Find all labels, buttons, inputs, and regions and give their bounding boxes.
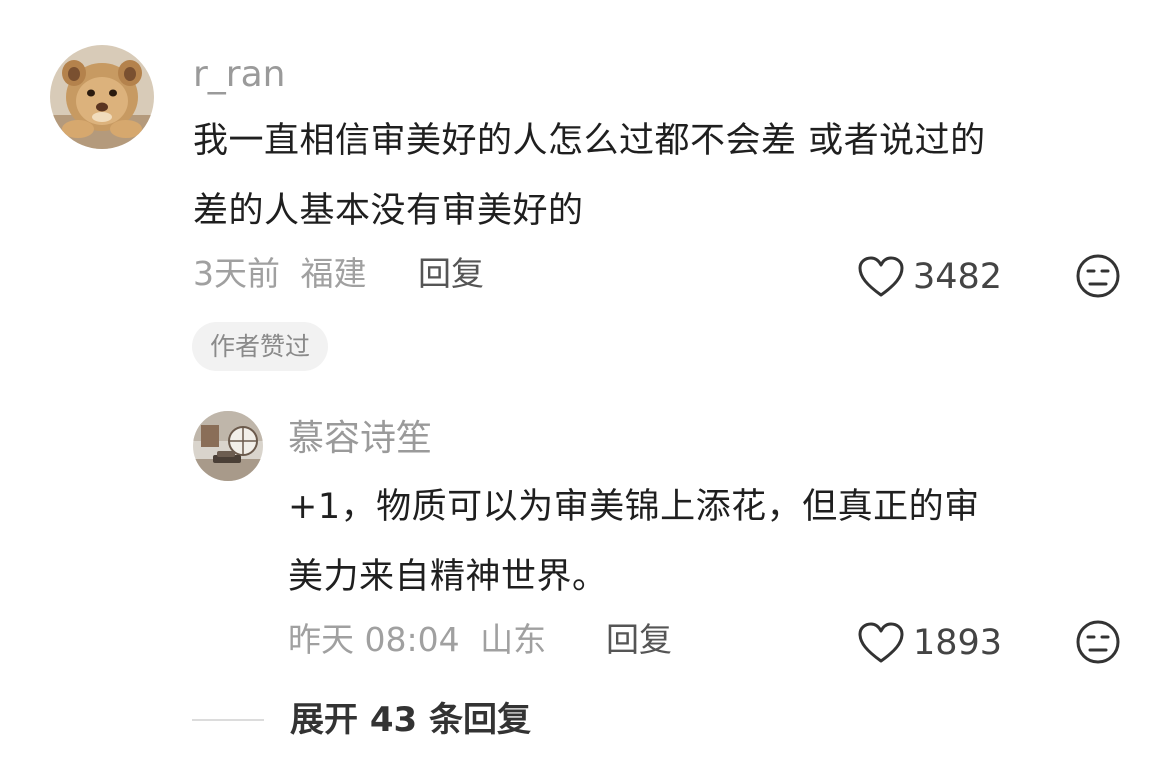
commenter-username[interactable]: r_ran [193, 57, 285, 93]
comment-text-line: 差的人基本没有审美好的 [193, 191, 584, 231]
comment-like-count: 3482 [913, 256, 1003, 297]
unamused-face-icon [1076, 254, 1120, 298]
reply-location: 山东 [480, 620, 547, 659]
author-liked-badge: 作者赞过 [192, 322, 329, 371]
replier-username[interactable]: 慕容诗笙 [288, 421, 432, 457]
replier-avatar[interactable] [193, 411, 263, 481]
reply-text-line: +1，物质可以为审美锦上添花，但真正的审 [288, 487, 980, 527]
reply-time: 昨天 08:04 [288, 620, 460, 659]
comment-body: 我一直相信审美好的人怎么过都不会差 或者说过的 差的人基本没有审美好的 [193, 106, 1153, 246]
comment-location: 福建 [300, 254, 367, 293]
reply-text-line: 美力来自精神世界。 [288, 557, 608, 597]
reply-dislike-button[interactable] [1075, 619, 1121, 669]
expand-replies-label: 展开 43 条回复 [290, 700, 531, 740]
comment-reply-button[interactable]: 回复 [418, 257, 484, 290]
comment-text-line: 我一直相信审美好的人怎么过都不会差 或者说过的 [193, 121, 986, 161]
living-room-avatar-icon [193, 411, 263, 481]
reply-reply-button[interactable]: 回复 [606, 623, 672, 656]
expand-replies-button[interactable]: 展开 43 条回复 [192, 703, 531, 737]
lion-cub-avatar-icon [50, 45, 154, 149]
expand-divider [192, 719, 264, 721]
reply-meta: 昨天 08:04 山东 [288, 623, 546, 656]
unamused-face-icon [1076, 620, 1120, 664]
reply-like-button[interactable]: 1893 [857, 621, 1002, 665]
comment-meta: 3天前 福建 [193, 257, 367, 290]
heart-outline-icon [858, 622, 904, 663]
reply-like-count: 1893 [913, 622, 1003, 663]
heart-outline-icon [858, 256, 904, 297]
comment-like-button[interactable]: 3482 [857, 255, 1002, 299]
comment-time: 3天前 [193, 254, 280, 293]
commenter-avatar[interactable] [50, 45, 154, 149]
comment-dislike-button[interactable] [1075, 253, 1121, 303]
reply-body: +1，物质可以为审美锦上添花，但真正的审 美力来自精神世界。 [288, 472, 1148, 612]
